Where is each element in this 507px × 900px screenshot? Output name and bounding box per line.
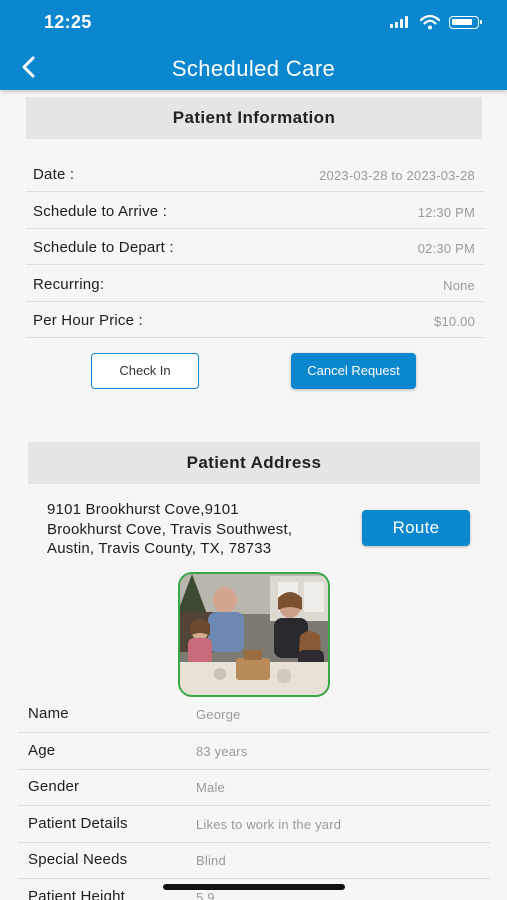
info-value: 12:30 PM bbox=[417, 205, 475, 220]
family-photo-image bbox=[180, 574, 328, 695]
info-value: None bbox=[443, 278, 475, 293]
info-row-arrive: Schedule to Arrive : 12:30 PM bbox=[26, 193, 484, 229]
address-line: Brookhurst Cove, Travis Southwest, bbox=[47, 520, 293, 538]
detail-value: Likes to work in the yard bbox=[196, 817, 342, 832]
detail-row-special-needs: Special Needs Blind bbox=[18, 842, 490, 879]
check-in-button[interactable]: Check In bbox=[91, 353, 199, 389]
cancel-request-button[interactable]: Cancel Request bbox=[291, 353, 416, 389]
address-line: 9101 Brookhurst Cove,9101 bbox=[47, 501, 239, 518]
route-button[interactable]: Route bbox=[362, 510, 470, 546]
info-row-recurring: Recurring: None bbox=[26, 266, 484, 302]
navbar: Scheduled Care bbox=[0, 44, 507, 90]
address-line: Austin, Travis County, TX, 78733 bbox=[47, 540, 272, 557]
info-value: $10.00 bbox=[434, 314, 475, 329]
info-row-date: Date : 2023-03-28 to 2023-03-28 bbox=[26, 156, 484, 192]
info-row-depart: Schedule to Depart : 02:30 PM bbox=[26, 229, 484, 265]
detail-label: Gender bbox=[28, 778, 80, 795]
home-indicator[interactable] bbox=[163, 884, 345, 890]
patient-information-header: Patient Information bbox=[26, 97, 482, 139]
wifi-icon bbox=[420, 14, 440, 30]
detail-label: Patient Height bbox=[28, 888, 126, 900]
info-label: Recurring: bbox=[33, 276, 105, 293]
detail-row-age: Age 83 years bbox=[18, 733, 490, 770]
status-bar: 12:25 bbox=[0, 0, 507, 44]
battery-icon bbox=[449, 16, 482, 29]
detail-row-gender: Gender Male bbox=[18, 769, 490, 806]
patient-photo bbox=[178, 572, 330, 697]
info-label: Per Hour Price : bbox=[33, 312, 143, 329]
info-row-price: Per Hour Price : $10.00 bbox=[26, 302, 484, 338]
detail-label: Age bbox=[28, 742, 56, 759]
patient-address-header: Patient Address bbox=[28, 442, 480, 484]
detail-value: 83 years bbox=[196, 744, 248, 759]
detail-row-name: Name George bbox=[18, 696, 490, 733]
detail-row-patient-details: Patient Details Likes to work in the yar… bbox=[18, 806, 490, 843]
detail-label: Name bbox=[28, 705, 69, 722]
info-label: Date : bbox=[33, 166, 75, 183]
info-value: 02:30 PM bbox=[417, 241, 475, 256]
status-time: 12:25 bbox=[44, 12, 92, 32]
page-title: Scheduled Care bbox=[171, 56, 336, 81]
info-value: 2023-03-28 to 2023-03-28 bbox=[319, 168, 475, 183]
detail-value: 5.9 bbox=[196, 890, 215, 900]
signal-icon bbox=[390, 16, 412, 28]
detail-value: Male bbox=[196, 780, 225, 795]
info-label: Schedule to Depart : bbox=[33, 239, 174, 256]
detail-value: Blind bbox=[196, 853, 226, 868]
info-label: Schedule to Arrive : bbox=[33, 203, 168, 220]
address-text: 9101 Brookhurst Cove,9101 Brookhurst Cov… bbox=[47, 500, 347, 559]
detail-label: Special Needs bbox=[28, 851, 128, 868]
detail-value: George bbox=[196, 707, 241, 722]
detail-label: Patient Details bbox=[28, 815, 128, 832]
